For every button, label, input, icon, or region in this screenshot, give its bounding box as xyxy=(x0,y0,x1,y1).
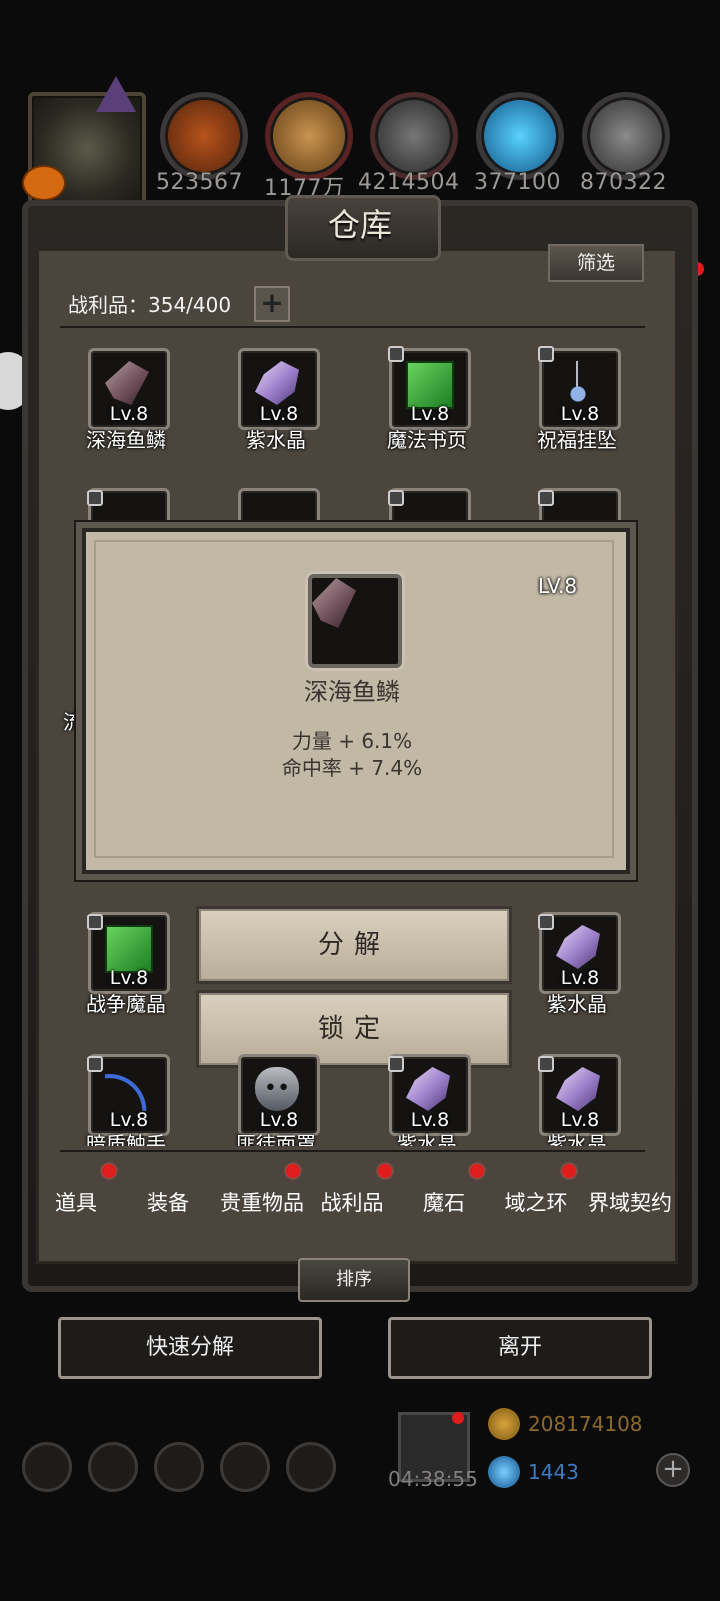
amethyst-icon xyxy=(406,1067,450,1111)
guild-icon[interactable] xyxy=(286,1442,336,1492)
item-name: 紫水晶 xyxy=(547,1132,607,1146)
iron-resource-icon[interactable] xyxy=(370,92,458,180)
popup-stat-hit-rate: 命中率 + 7.4% xyxy=(281,756,423,780)
gold-coin-icon xyxy=(488,1408,520,1440)
tab-badge xyxy=(378,1164,392,1178)
scale-icon xyxy=(312,578,356,628)
tab-badge xyxy=(102,1164,116,1178)
tab-loot[interactable]: 战利品 xyxy=(304,1187,400,1217)
decompose-button[interactable]: 分解 xyxy=(196,906,512,984)
expand-capacity-button[interactable]: + xyxy=(254,286,290,322)
lock-icon xyxy=(388,1056,404,1072)
gem-amount: 1443 xyxy=(528,1460,579,1484)
tab-badge xyxy=(286,1164,300,1178)
tab-valuables[interactable]: 贵重物品 xyxy=(212,1187,312,1217)
lock-icon xyxy=(87,490,103,506)
item-level: Lv.8 xyxy=(109,403,149,425)
item-name: 战争魔晶 xyxy=(86,992,166,1016)
item-level: Lv.8 xyxy=(560,967,600,989)
lock-icon xyxy=(87,914,103,930)
scale-icon xyxy=(105,361,149,405)
amethyst-icon xyxy=(556,925,600,969)
divider xyxy=(60,326,645,328)
lock-icon xyxy=(538,914,554,930)
divider xyxy=(60,1150,645,1152)
page-title: 仓库 xyxy=(327,206,392,244)
pumpkin-icon xyxy=(22,165,66,201)
item-name: 魔法书页 xyxy=(387,428,467,452)
plank-resource-icon[interactable] xyxy=(265,92,353,180)
iron-amount: 4214504 xyxy=(358,170,460,195)
leave-button[interactable]: 离开 xyxy=(388,1317,652,1379)
item-name: 祝福挂坠 xyxy=(537,428,617,452)
settings-icon[interactable] xyxy=(22,1442,72,1492)
popup-stat-strength: 力量 + 6.1% xyxy=(291,729,413,753)
filter-button[interactable]: 筛选 xyxy=(548,244,644,282)
gift-badge xyxy=(452,1412,464,1424)
wood-resource-icon[interactable] xyxy=(160,92,248,180)
popup-item-name: 深海鱼鳞 xyxy=(304,678,400,706)
amethyst-icon xyxy=(556,1067,600,1111)
item-level: Lv.8 xyxy=(560,403,600,425)
lock-icon xyxy=(538,1056,554,1072)
item-slot[interactable]: Lv.8 xyxy=(238,348,320,430)
bandit-mask-icon xyxy=(255,1067,299,1111)
tab-badge xyxy=(470,1164,484,1178)
spellbook-page-icon xyxy=(406,361,454,409)
gem-icon xyxy=(488,1456,520,1488)
item-name: 匪徒面罩 xyxy=(236,1132,316,1146)
add-currency-button[interactable]: + xyxy=(656,1453,690,1487)
item-name: 紫水晶 xyxy=(246,428,306,452)
gold-amount: 208174108 xyxy=(528,1412,643,1436)
amethyst-icon xyxy=(255,361,299,405)
mail-icon[interactable] xyxy=(220,1442,270,1492)
steel-resource-icon[interactable] xyxy=(582,92,670,180)
item-name: 紫水晶 xyxy=(547,992,607,1016)
tab-equipment[interactable]: 装备 xyxy=(120,1187,216,1217)
tab-badge xyxy=(562,1164,576,1178)
tentacle-icon xyxy=(105,1067,149,1111)
tab-props[interactable]: 道具 xyxy=(28,1187,124,1217)
pendant-icon xyxy=(556,361,600,405)
sort-button[interactable]: 排序 xyxy=(298,1258,410,1302)
lock-icon xyxy=(388,490,404,506)
crystal-resource-icon[interactable] xyxy=(476,92,564,180)
quick-decompose-button[interactable]: 快速分解 xyxy=(58,1317,322,1379)
steel-amount: 870322 xyxy=(580,170,667,195)
item-level: Lv.8 xyxy=(259,403,299,425)
item-level: Lv.8 xyxy=(410,403,450,425)
gift-timer: 04:38:55 xyxy=(388,1467,478,1491)
item-level: Lv.8 xyxy=(109,967,149,989)
star-icon[interactable] xyxy=(88,1442,138,1492)
tab-magic-stones[interactable]: 魔石 xyxy=(396,1187,492,1217)
lock-icon xyxy=(538,346,554,362)
tab-realm-contracts[interactable]: 界域契约 xyxy=(580,1187,680,1217)
loot-count: 战利品：354/400 xyxy=(68,293,232,317)
tab-domain-rings[interactable]: 域之环 xyxy=(488,1187,584,1217)
item-slot[interactable]: Lv.8 xyxy=(88,348,170,430)
popup-item-slot xyxy=(308,574,402,668)
crystal-amount: 377100 xyxy=(474,170,561,195)
bag-icon[interactable] xyxy=(154,1442,204,1492)
lock-icon xyxy=(87,1056,103,1072)
war-crystal-icon xyxy=(105,925,153,973)
lock-icon xyxy=(388,346,404,362)
item-name: 深海鱼鳞 xyxy=(86,428,166,452)
item-slot[interactable]: Lv.8 xyxy=(238,1054,320,1136)
lock-icon xyxy=(538,490,554,506)
wood-amount: 523567 xyxy=(156,170,243,195)
witch-hat-icon xyxy=(96,76,136,112)
popup-item-level: LV.8 xyxy=(538,574,578,598)
item-name: 暗质触手 xyxy=(86,1132,166,1146)
item-name: 紫水晶 xyxy=(397,1132,457,1146)
